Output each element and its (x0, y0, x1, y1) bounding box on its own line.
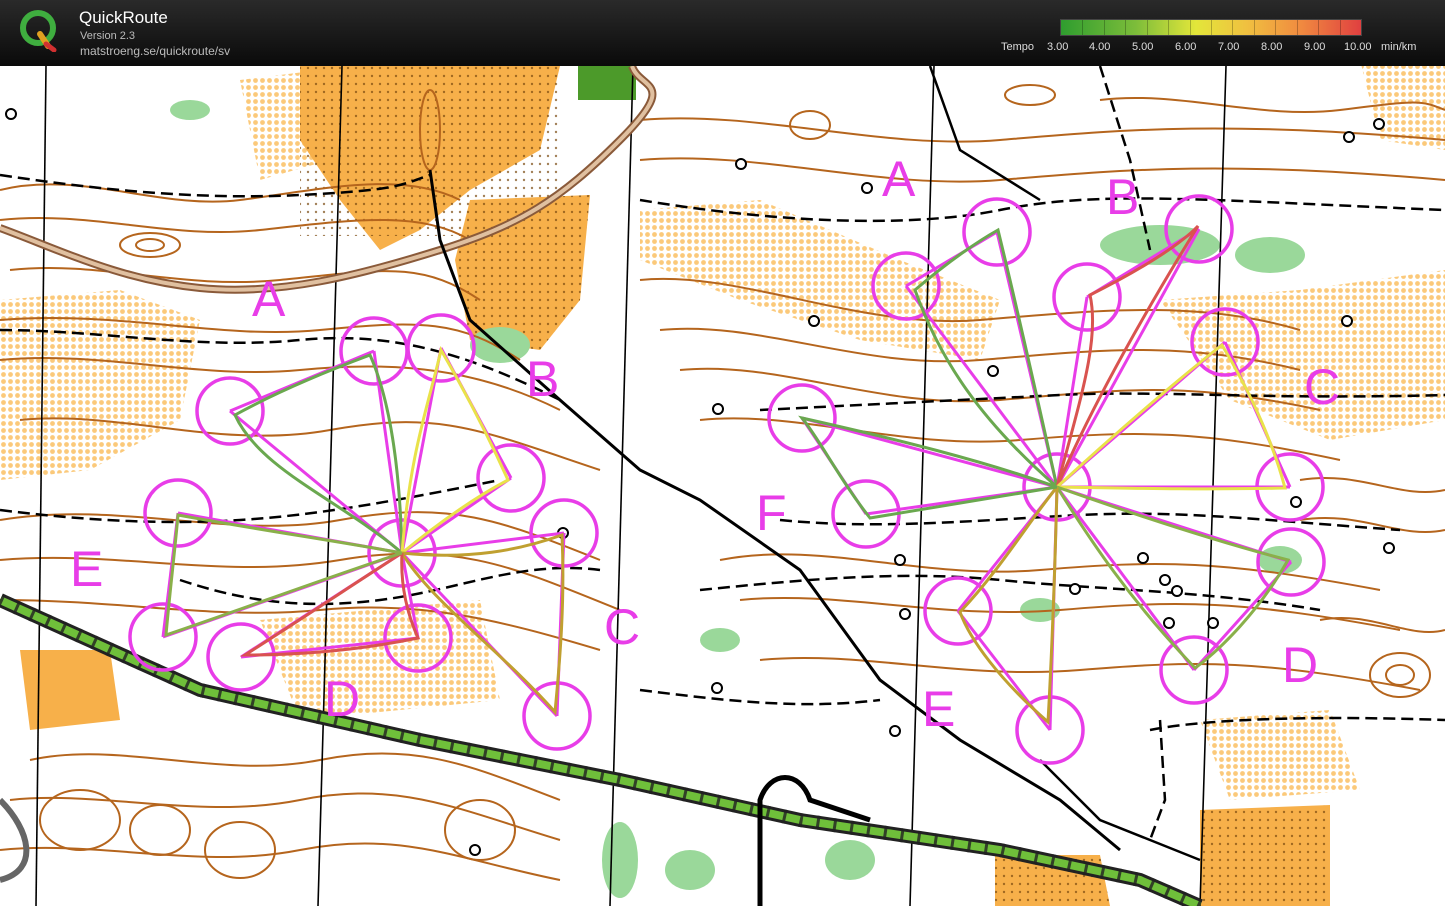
pace-tick: 7.00 (1218, 41, 1240, 53)
pace-unit: min/km (1381, 41, 1417, 53)
pace-tick: 10.00 (1344, 41, 1372, 53)
pace-tick: 3.00 (1047, 41, 1069, 53)
pace-tick: 6.00 (1175, 41, 1197, 53)
pace-tick: 8.00 (1261, 41, 1283, 53)
control-letter: D (324, 671, 360, 727)
pace-tick: 9.00 (1304, 41, 1326, 53)
app-title: QuickRoute (79, 8, 168, 27)
pace-scale-divider (1318, 20, 1320, 35)
control-letter: C (1304, 359, 1340, 415)
control-letter: E (922, 681, 955, 737)
orienteering-map[interactable]: A B C D E A B C D E F (0, 66, 1445, 906)
pace-scale-divider (1253, 20, 1255, 35)
app-header: QuickRoute Version 2.3 matstroeng.se/qui… (0, 0, 1445, 66)
pace-scale-divider (1339, 20, 1341, 35)
control-letter: C (604, 599, 640, 655)
control-letter: A (882, 151, 916, 207)
control-letter: B (526, 351, 559, 407)
app-url[interactable]: matstroeng.se/quickroute/sv (80, 44, 230, 58)
pace-scale-divider (1275, 20, 1277, 35)
pace-tick: 4.00 (1089, 41, 1111, 53)
pace-scale-divider (1146, 20, 1148, 35)
control-letter: E (70, 541, 103, 597)
control-letter: A (252, 271, 286, 327)
pace-scale-divider (1232, 20, 1234, 35)
control-letter: B (1106, 169, 1139, 225)
pace-color-scale (1060, 19, 1362, 36)
pace-scale-divider (1125, 20, 1127, 35)
pace-scale-divider (1211, 20, 1212, 35)
quickroute-logo-icon (20, 10, 57, 52)
pace-scale-divider (1189, 20, 1191, 35)
control-letter: D (1282, 637, 1318, 693)
pace-scale-divider (1296, 20, 1298, 35)
pace-tick: 5.00 (1132, 41, 1154, 53)
pace-scale-divider (1103, 20, 1105, 35)
control-letter: F (756, 485, 787, 541)
pace-scale-divider (1168, 20, 1170, 35)
app-version: Version 2.3 (80, 30, 136, 42)
pace-scale-divider (1082, 20, 1084, 35)
pace-scale-label: Tempo (1001, 41, 1035, 53)
